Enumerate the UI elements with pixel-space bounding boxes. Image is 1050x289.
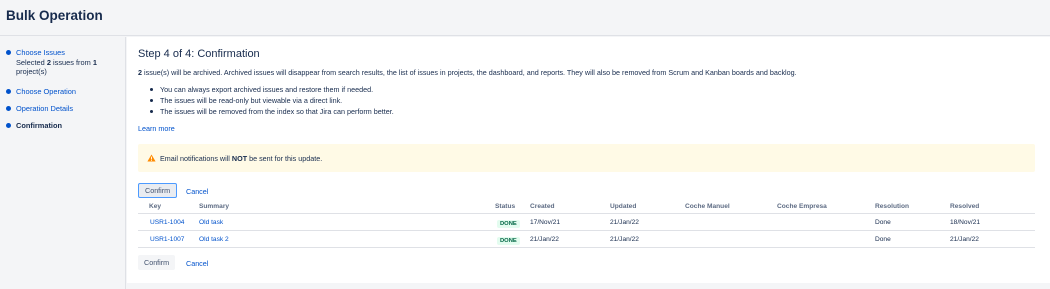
created-date: 17/Nov/21 <box>530 219 561 226</box>
cancel-link-bottom[interactable]: Cancel <box>186 259 208 268</box>
created-date: 21/Jan/22 <box>530 236 559 243</box>
col-header-status: Status <box>495 203 516 210</box>
step-bullet-icon <box>6 123 11 128</box>
issue-key-link[interactable]: USR1-1007 <box>150 236 184 243</box>
step-link-choose-issues[interactable]: Choose Issues <box>16 48 65 57</box>
updated-date: 21/Jan/22 <box>610 236 639 243</box>
main-content: Step 4 of 4: Confirmation 2 issue(s) wil… <box>127 37 1050 283</box>
col-header-resolution: Resolution <box>875 203 910 210</box>
archive-description: 2 issue(s) will be archived. Archived is… <box>138 68 797 77</box>
step-operation-details: Operation Details <box>6 104 116 114</box>
resolved-date: 18/Nov/21 <box>950 219 981 226</box>
step-bullet-icon <box>6 50 11 55</box>
col-header-created: Created <box>530 203 555 210</box>
header-divider <box>138 213 1035 214</box>
resolution-value: Done <box>875 236 891 243</box>
notification-warning-banner: Email notifications will NOT be sent for… <box>138 144 1035 172</box>
step-link-choose-operation[interactable]: Choose Operation <box>16 87 76 96</box>
learn-more-link[interactable]: Learn more <box>138 124 175 133</box>
banner-message: Email notifications will NOT be sent for… <box>160 154 323 163</box>
step-label-confirmation: Confirmation <box>16 121 62 130</box>
resolved-date: 21/Jan/22 <box>950 236 979 243</box>
step-choose-operation: Choose Operation <box>6 87 116 97</box>
confirm-button-bottom[interactable]: Confirm <box>138 255 176 270</box>
step-confirmation: Confirmation <box>6 121 116 131</box>
issue-summary-link[interactable]: Old task 2 <box>199 236 229 243</box>
list-item: The issues will be removed from the inde… <box>147 106 394 117</box>
step-choose-issues: Choose Issues Selected 2 issues from 1 p… <box>6 48 116 77</box>
warning-icon <box>147 154 156 162</box>
resolution-value: Done <box>875 219 891 226</box>
steps-sidebar: Choose Issues Selected 2 issues from 1 p… <box>0 37 126 289</box>
status-badge: DONE <box>497 220 520 228</box>
list-item: You can always export archived issues an… <box>147 84 394 95</box>
col-header-coche-manuel: Coche Manuel <box>685 203 730 210</box>
cancel-link-top[interactable]: Cancel <box>186 187 208 196</box>
row-divider <box>138 230 1035 231</box>
issue-summary-link[interactable]: Old task <box>199 219 223 226</box>
step-link-operation-details[interactable]: Operation Details <box>16 104 73 113</box>
col-header-updated: Updated <box>610 203 637 210</box>
issue-key-link[interactable]: USR1-1004 <box>150 219 184 226</box>
step-bullet-icon <box>6 89 11 94</box>
page-header: Bulk Operation <box>0 0 1050 36</box>
updated-date: 21/Jan/22 <box>610 219 639 226</box>
step-title: Step 4 of 4: Confirmation <box>138 48 260 60</box>
step-bullet-icon <box>6 106 11 111</box>
col-header-key: Key <box>149 203 162 210</box>
page-title: Bulk Operation <box>6 8 103 23</box>
col-header-coche-empresa: Coche Empresa <box>777 203 827 210</box>
col-header-summary: Summary <box>199 203 230 210</box>
status-badge: DONE <box>497 237 520 245</box>
list-item: The issues will be read-only but viewabl… <box>147 95 394 106</box>
col-header-resolved: Resolved <box>950 203 980 210</box>
archive-notes-list: You can always export archived issues an… <box>147 84 394 117</box>
selected-issues-summary: Selected 2 issues from 1 project(s) <box>16 57 97 77</box>
confirm-button-top[interactable]: Confirm <box>138 183 178 198</box>
row-divider <box>138 247 1035 248</box>
